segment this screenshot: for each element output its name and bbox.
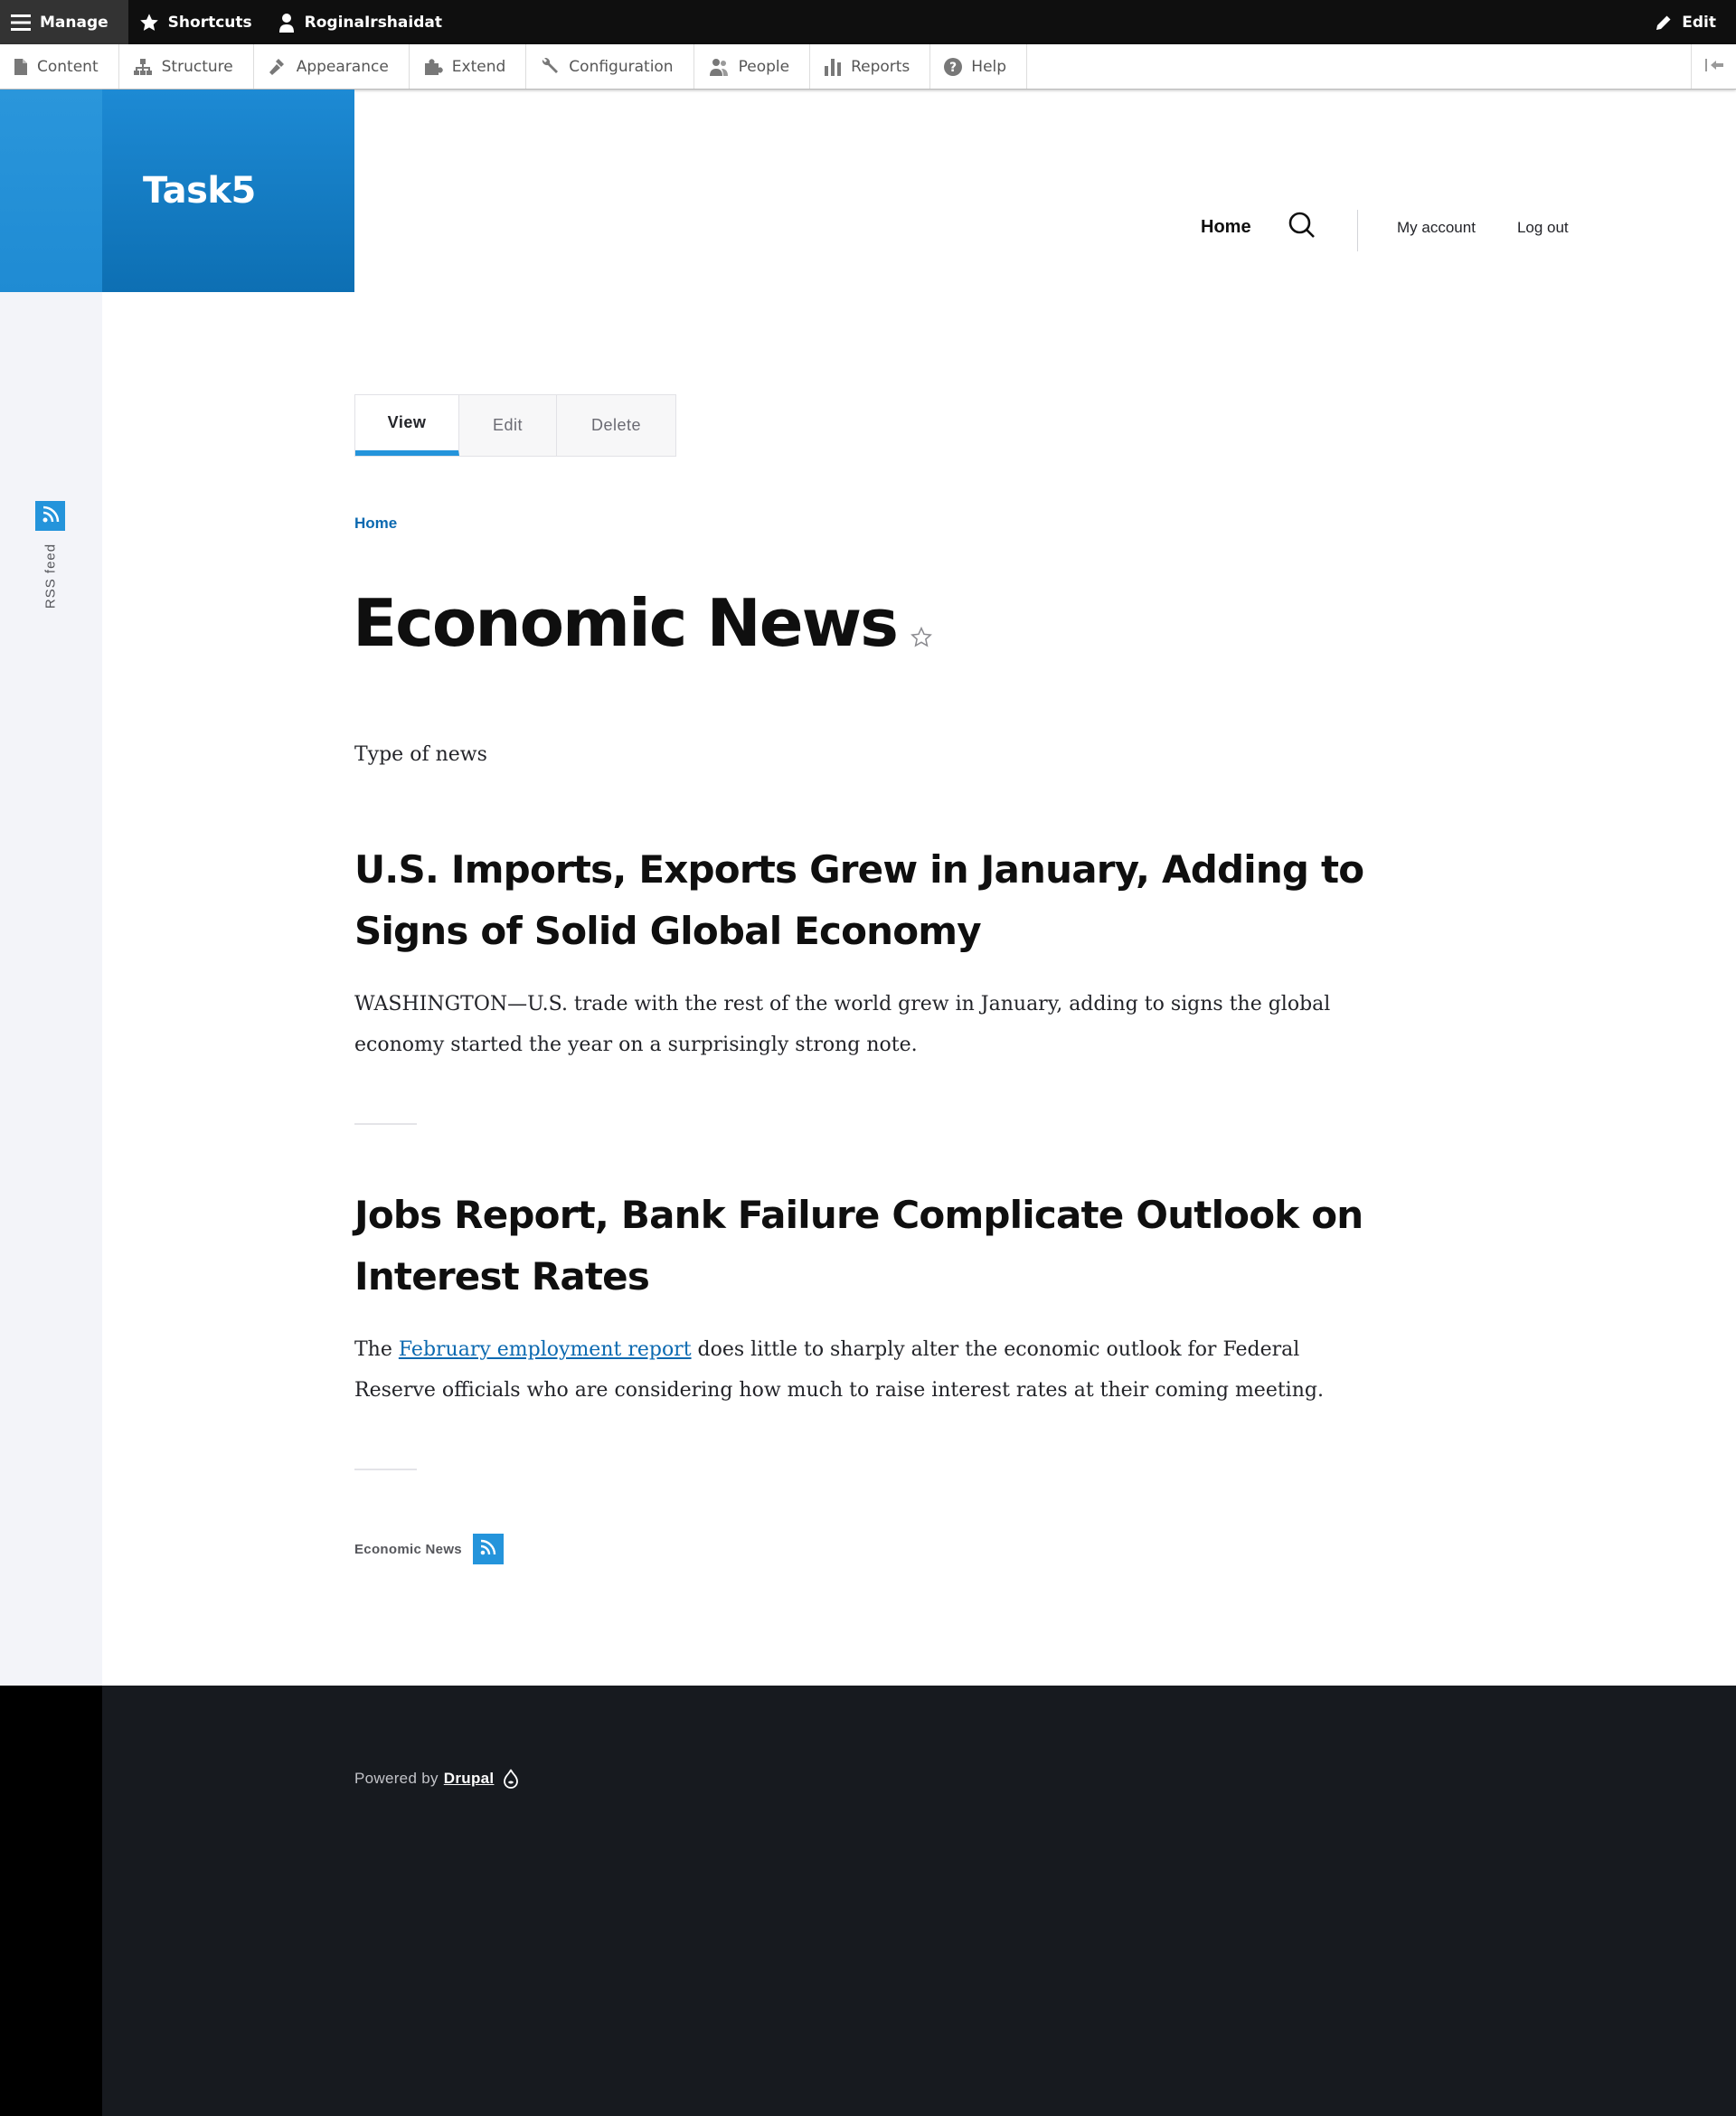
tray-orientation-toggle[interactable]: [1691, 44, 1736, 89]
article-teaser: U.S. Imports, Exports Grew in January, A…: [354, 839, 1376, 1065]
puzzle-icon: [423, 58, 443, 76]
search-button[interactable]: [1288, 211, 1316, 243]
employment-report-link[interactable]: February employment report: [399, 1338, 692, 1361]
tray-item-structure[interactable]: Structure: [119, 44, 254, 89]
tray-label-configuration: Configuration: [569, 57, 674, 76]
tab-delete[interactable]: Delete: [557, 395, 675, 456]
wrench-icon: [540, 57, 560, 76]
star-icon: [139, 13, 159, 33]
site-footer: Powered by Drupal: [102, 1686, 1736, 2116]
article-summary: WASHINGTON—U.S. trade with the rest of t…: [354, 993, 1331, 1056]
svg-text:?: ?: [949, 61, 957, 75]
manage-label: Manage: [40, 13, 108, 32]
bookmark-star-icon[interactable]: [910, 626, 933, 649]
article-separator: [354, 1469, 417, 1470]
page-title-block: Economic News: [353, 585, 933, 661]
tray-item-configuration[interactable]: Configuration: [526, 44, 694, 89]
drupal-drop-icon: [503, 1769, 519, 1789]
taxonomy-description: Type of news: [354, 743, 487, 766]
tray-label-content: Content: [37, 57, 99, 76]
breadcrumb: Home: [354, 515, 397, 533]
left-rail: RSS feed: [0, 90, 102, 1686]
tray-label-structure: Structure: [161, 57, 233, 76]
file-icon: [14, 58, 28, 76]
tray-item-appearance[interactable]: Appearance: [254, 44, 410, 89]
user-menu-button[interactable]: RoginaIrshaidat: [267, 0, 457, 44]
people-icon: [708, 58, 730, 76]
article-title-link[interactable]: Jobs Report, Bank Failure Complicate Out…: [354, 1185, 1376, 1308]
breadcrumb-home-link[interactable]: Home: [354, 515, 397, 532]
tray-label-extend: Extend: [451, 57, 506, 76]
nav-divider: [1357, 210, 1358, 251]
nav-home-link[interactable]: Home: [1201, 217, 1251, 238]
collapse-left-icon: [1704, 58, 1724, 76]
shortcuts-button[interactable]: Shortcuts: [128, 0, 267, 44]
rss-feed-label[interactable]: RSS feed: [43, 543, 59, 609]
help-icon: ?: [944, 57, 963, 76]
log-out-link[interactable]: Log out: [1517, 219, 1569, 237]
tray-item-content[interactable]: Content: [0, 44, 119, 89]
tray-item-people[interactable]: People: [694, 44, 811, 89]
tab-edit[interactable]: Edit: [459, 395, 557, 456]
brand-strip: [0, 90, 102, 292]
paintbrush-icon: [268, 58, 288, 76]
site-name[interactable]: Task5: [143, 170, 256, 212]
tray-label-people: People: [738, 57, 790, 76]
tray-label-help: Help: [971, 57, 1007, 76]
local-tasks-tabs: View Edit Delete: [354, 394, 676, 457]
edit-mode-label: Edit: [1682, 13, 1716, 32]
article-summary: The February employment report does litt…: [354, 1329, 1376, 1411]
powered-by-label: Powered by: [354, 1770, 439, 1787]
admin-tray: Content Structure Appearance Extend Conf…: [0, 44, 1736, 90]
user-icon: [278, 13, 296, 33]
tray-item-extend[interactable]: Extend: [410, 44, 527, 89]
edit-mode-button[interactable]: Edit: [1644, 0, 1736, 44]
left-rail-footer: [0, 1686, 102, 2116]
summary-prefix: The: [354, 1338, 399, 1361]
hamburger-icon: [11, 14, 31, 31]
rss-icon: [479, 1538, 497, 1560]
feed-link[interactable]: [472, 1534, 504, 1564]
rss-icon: [41, 505, 61, 528]
tray-label-appearance: Appearance: [296, 57, 389, 76]
tray-item-help[interactable]: ? Help: [930, 44, 1028, 89]
bar-chart-icon: [824, 58, 842, 76]
tray-label-reports: Reports: [851, 57, 910, 76]
rss-feed-link[interactable]: [35, 501, 65, 531]
my-account-link[interactable]: My account: [1397, 219, 1476, 237]
pencil-icon: [1655, 14, 1673, 32]
user-account-menu: My account Log out: [1397, 219, 1569, 237]
page-title: Economic News: [353, 585, 899, 661]
sitemap-icon: [133, 58, 153, 76]
shortcuts-label: Shortcuts: [167, 13, 252, 32]
search-icon: [1288, 211, 1316, 243]
article-separator: [354, 1123, 417, 1125]
user-label: RoginaIrshaidat: [304, 13, 442, 32]
tray-item-reports[interactable]: Reports: [810, 44, 931, 89]
site-branding[interactable]: Task5: [102, 90, 354, 292]
feed-label[interactable]: Economic News: [354, 1542, 462, 1557]
admin-toolbar: Manage Shortcuts RoginaIrshaidat Edit: [0, 0, 1736, 44]
article-teaser: Jobs Report, Bank Failure Complicate Out…: [354, 1185, 1376, 1411]
tab-view[interactable]: View: [355, 395, 459, 456]
feed-row: Economic News: [354, 1534, 504, 1564]
powered-by: Powered by Drupal: [354, 1769, 519, 1789]
manage-button[interactable]: Manage: [0, 0, 128, 44]
drupal-link[interactable]: Drupal: [444, 1770, 495, 1788]
article-title-link[interactable]: U.S. Imports, Exports Grew in January, A…: [354, 839, 1376, 962]
main-navigation: Home: [1201, 211, 1316, 243]
